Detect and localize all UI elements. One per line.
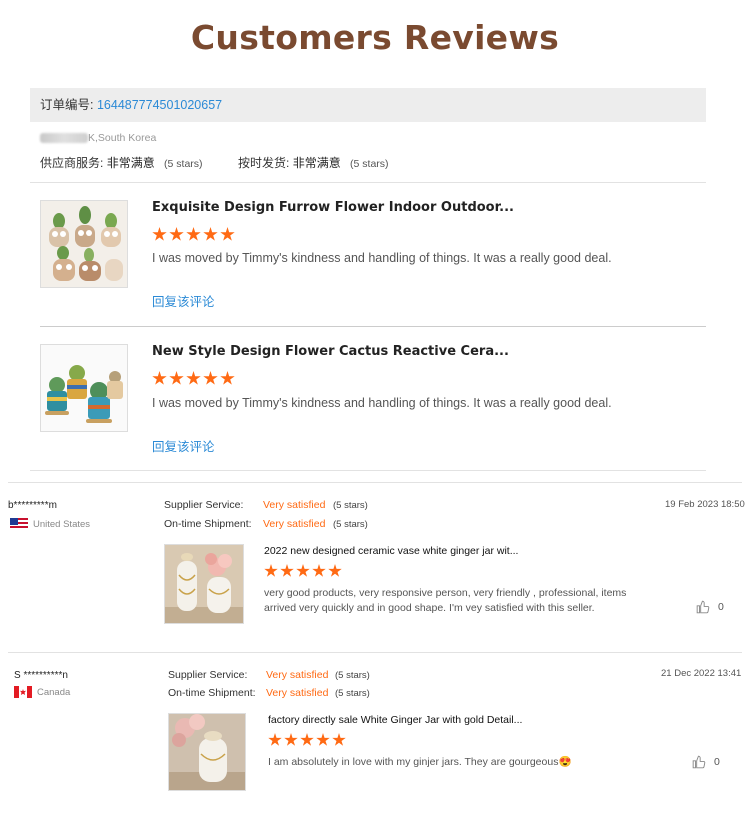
shipment-value: Very satisfied [263,518,326,530]
shipment-value: 非常满意 [292,156,341,170]
buyer-location: K,South Korea [40,132,156,144]
divider [30,182,706,183]
supplier-service-stars: (5 stars) [335,670,370,681]
star-icon [316,733,330,746]
star-icon [312,564,326,577]
product-title[interactable]: factory directly sale White Ginger Jar w… [268,714,522,726]
star-icon [268,733,282,746]
review-text: very good products, very responsive pers… [264,587,627,614]
star-icon [332,733,346,746]
star-icon [203,227,218,241]
product-title[interactable]: New Style Design Flower Cactus Reactive … [152,344,509,359]
star-icon [169,227,184,241]
country-label: United States [33,518,91,530]
blurred-buyer-name [40,133,88,144]
reply-review-link[interactable]: 回复该评论 [152,436,215,455]
order-number[interactable]: 164487774501020657 [97,98,222,112]
star-icon [220,371,235,385]
shipment-stars: (5 stars) [333,519,368,530]
supplier-service-stars: (5 stars) [333,500,368,511]
star-icon [169,371,184,385]
order-number-label: 订单编号: [40,98,94,112]
shipment-stars: (5 stars) [335,688,370,699]
product-title[interactable]: Exquisite Design Furrow Flower Indoor Ou… [152,200,514,215]
supplier-service-value: 非常满意 [106,156,155,170]
shipment-label: On-time Shipment: [164,518,252,530]
product-title[interactable]: 2022 new designed ceramic vase white gin… [264,545,518,557]
star-icon [220,227,235,241]
star-icon [280,564,294,577]
supplier-service-stars: (5 stars) [164,158,203,170]
shipment-label: 按时发货: [238,156,290,170]
reply-review-link[interactable]: 回复该评论 [152,291,215,310]
like-count: 0 [714,756,720,768]
reviewer-name: S **********n [14,670,68,681]
star-icon [300,733,314,746]
review-date: 21 Dec 2022 13:41 [661,668,742,679]
supplier-service-rating: 供应商服务: 非常满意 (5 stars) [40,154,203,171]
review-text: I was moved by Timmy's kindness and hand… [152,251,612,265]
supplier-service-label: 供应商服务: [40,156,104,170]
shipment-label: On-time Shipment: [168,687,256,699]
buyer-location-text: K,South Korea [88,132,157,144]
supplier-service-label: Supplier Service: [168,669,248,681]
supplier-service-value: Very satisfied [266,669,329,681]
star-icon [152,227,167,241]
country-label: Canada [37,686,71,698]
thumbs-up-icon [696,600,710,614]
star-icon [186,227,201,241]
product-thumbnail-owl-pots[interactable] [40,200,128,288]
product-thumbnail-cactus-pots[interactable] [40,344,128,432]
divider [30,470,706,471]
product-thumbnail-ginger-jar[interactable] [164,544,244,624]
like-button[interactable]: 0 [692,755,720,769]
reviewer-name: b*********m [8,500,57,511]
canada-flag-icon [14,686,32,698]
star-icon [152,371,167,385]
star-icon [264,564,278,577]
rating-stars [264,564,342,578]
product-thumbnail-ginger-jar[interactable] [168,713,246,791]
shipment-rating: 按时发货: 非常满意 (5 stars) [238,154,389,171]
shipment-stars: (5 stars) [350,158,389,170]
divider [40,326,706,327]
divider [8,652,742,653]
reviewer-country: United States [10,518,90,530]
rating-stars [152,227,235,242]
star-icon [186,371,201,385]
star-icon [284,733,298,746]
rating-stars [152,371,235,386]
like-button[interactable]: 0 [696,600,724,614]
page-title: Customers Reviews [190,18,560,57]
star-icon [203,371,218,385]
star-icon [296,564,310,577]
review-text: I am absolutely in love with my ginjer j… [268,756,572,768]
divider [8,482,742,483]
like-count: 0 [718,601,724,613]
review-text: I was moved by Timmy's kindness and hand… [152,396,612,410]
rating-stars [268,733,346,747]
order-bar: 订单编号: 164487774501020657 [30,88,706,122]
star-icon [328,564,342,577]
shipment-value: Very satisfied [266,687,329,699]
supplier-service-value: Very satisfied [263,499,326,511]
thumbs-up-icon [692,755,706,769]
review-date: 19 Feb 2023 18:50 [665,499,745,510]
supplier-service-label: Supplier Service: [164,499,244,511]
reviewer-country: Canada [14,686,70,698]
us-flag-icon [10,518,28,530]
